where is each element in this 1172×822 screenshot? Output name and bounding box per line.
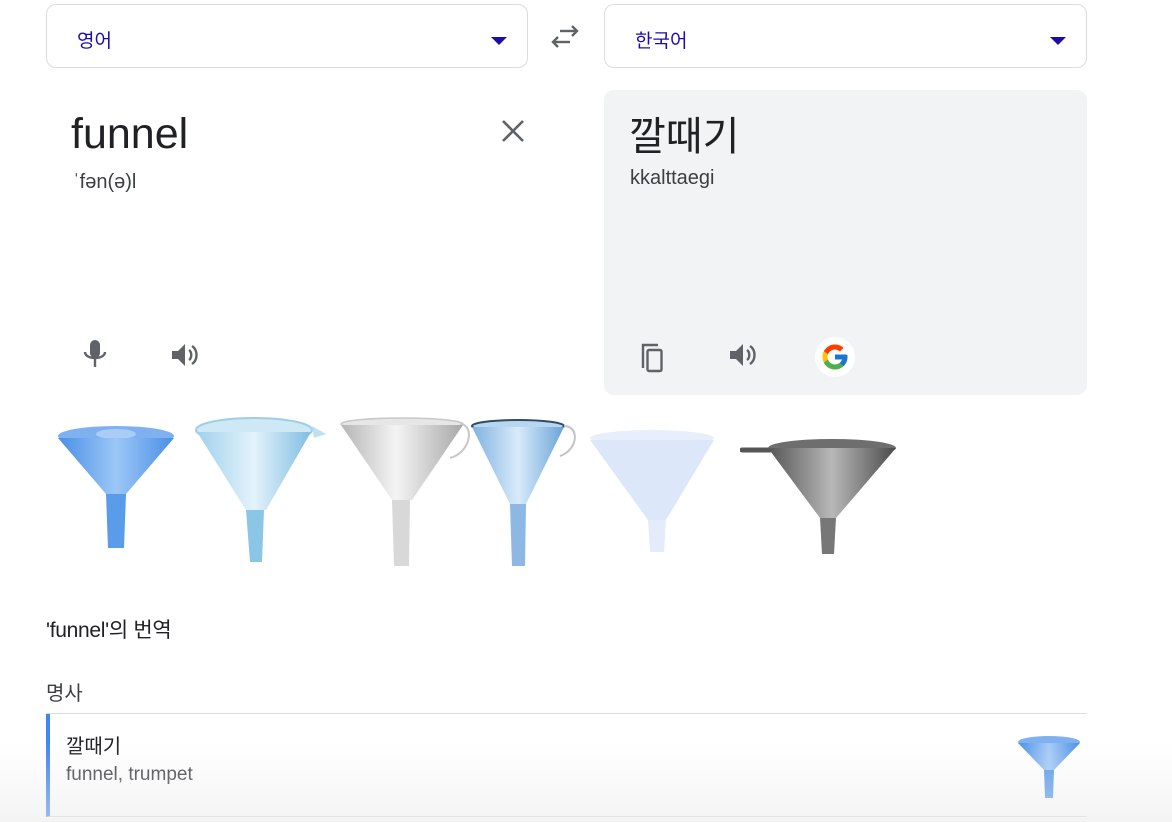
target-language-label: 한국어: [635, 31, 688, 52]
chevron-down-icon: [491, 37, 507, 45]
part-of-speech-label: 명사: [46, 683, 83, 705]
target-language-select[interactable]: 한국어: [604, 4, 1087, 68]
entry-word: 깔때기: [66, 736, 122, 758]
close-icon: [502, 120, 524, 142]
target-panel: 깔때기 kkalttaegi: [604, 90, 1087, 395]
translations-title: 'funnel'의 번역: [46, 619, 172, 642]
chevron-down-icon: [1050, 37, 1066, 45]
swap-icon: [551, 25, 579, 48]
funnel-image-6[interactable]: [740, 412, 900, 570]
funnel-image-5[interactable]: [590, 412, 720, 570]
target-romanization: kkalttaegi: [630, 167, 715, 189]
source-panel: funnel ˈfən(ə)l: [46, 90, 528, 395]
funnel-image-4[interactable]: [470, 412, 580, 570]
microphone-button[interactable]: [77, 337, 113, 373]
copy-button[interactable]: [634, 340, 670, 376]
speaker-icon: [730, 344, 756, 366]
swap-languages-button[interactable]: [546, 22, 584, 52]
target-listen-button[interactable]: [724, 337, 760, 373]
funnel-image-1[interactable]: [52, 412, 182, 570]
funnel-image-2[interactable]: [194, 412, 329, 570]
source-language-select[interactable]: 영어: [46, 4, 528, 68]
google-logo-icon: [822, 344, 848, 370]
source-phonetic: ˈfən(ə)l: [73, 171, 137, 193]
translation-entry[interactable]: 깔때기 funnel, trumpet: [46, 714, 1087, 817]
clear-button[interactable]: [496, 114, 530, 148]
source-language-label: 영어: [77, 31, 112, 52]
speaker-icon: [172, 344, 198, 366]
copy-icon: [641, 343, 663, 373]
target-text: 깔때기: [629, 115, 740, 159]
source-text[interactable]: funnel: [71, 110, 188, 159]
source-listen-button[interactable]: [166, 337, 202, 373]
image-results-row: [52, 412, 912, 570]
microphone-icon: [83, 340, 107, 367]
funnel-image-3[interactable]: [340, 412, 470, 570]
entry-synonyms: funnel, trumpet: [66, 764, 193, 785]
funnel-thumbnail: [1018, 736, 1080, 798]
google-translate-button[interactable]: [815, 337, 855, 377]
